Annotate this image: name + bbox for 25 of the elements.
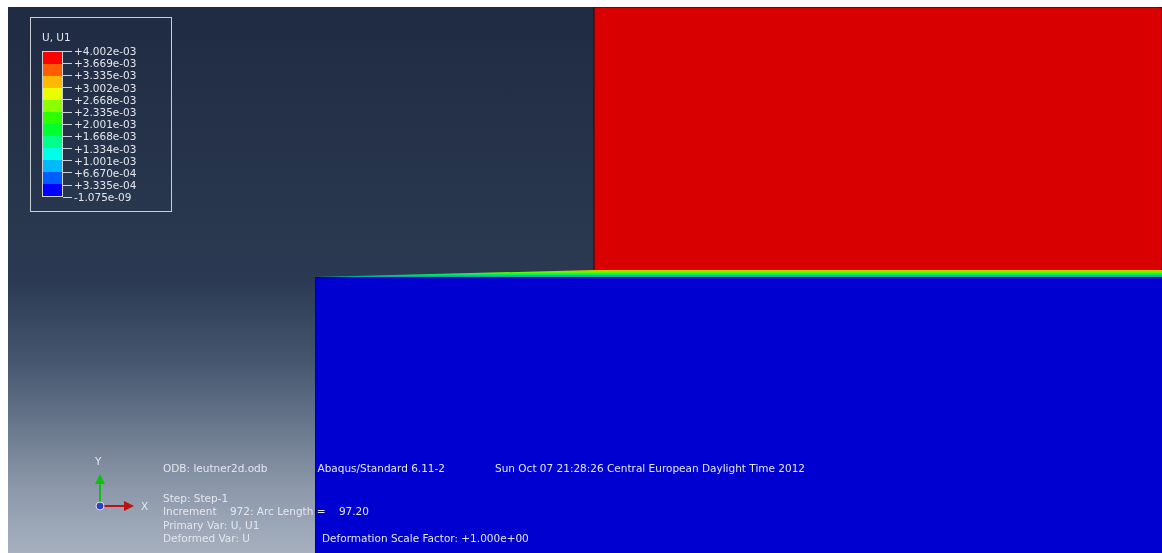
info-text: Deformed Var: U [163, 531, 250, 545]
legend-value: +3.002e-03 [74, 81, 137, 94]
legend-value: +6.670e-04 [74, 166, 137, 179]
info-text: Increment 972: Arc Length = 97.20 [163, 505, 369, 519]
info-text: Deformation Scale Factor: +1.000e+00 [322, 531, 529, 545]
info-text: Step: Step-1 [163, 492, 229, 506]
legend-value: +1.001e-03 [74, 154, 137, 167]
axis-label: Y [95, 455, 102, 467]
legend-value: +1.334e-03 [74, 142, 137, 155]
legend-value: +2.001e-03 [74, 118, 137, 131]
legend-value: -1.075e-09 [74, 191, 132, 204]
legend-value: +1.668e-03 [74, 130, 137, 143]
legend-value: +4.002e-03 [74, 45, 137, 58]
info-text: Primary Var: U, U1 [163, 518, 260, 532]
info-text: Abaqus/Standard 6.11-2 [317, 462, 446, 476]
info-text: Sun Oct 07 21:28:26 Central European Daylight Time 2012 [495, 462, 806, 476]
legend-value: +3.335e-04 [74, 179, 137, 192]
legend-title: U, U1 [42, 31, 71, 43]
info-text: ODB: leutner2d.odb [163, 462, 268, 476]
axis-label: X [141, 500, 149, 512]
legend-value: +2.335e-03 [74, 106, 137, 119]
legend-value: +3.669e-03 [74, 57, 137, 70]
axis-triad-icon [95, 474, 134, 511]
legend-value: +2.668e-03 [74, 93, 137, 106]
legend-value: +3.335e-03 [74, 69, 137, 82]
